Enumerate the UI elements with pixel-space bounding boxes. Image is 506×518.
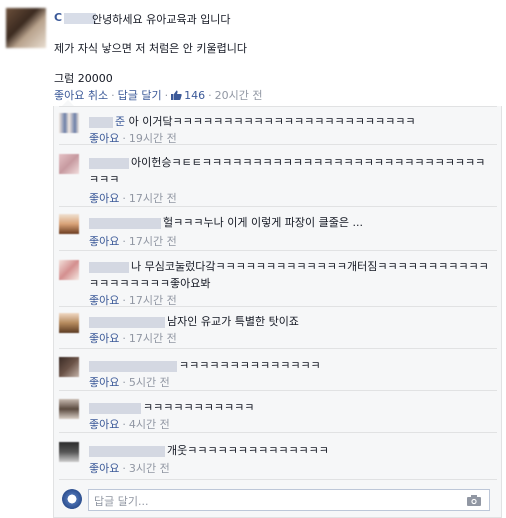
commenter-name-blur[interactable] bbox=[89, 217, 161, 229]
comment-text: 나 무심코눌렀다갘ㅋㅋㅋㅋㅋㅋㅋㅋㅋㅋㅋㅋㅋ개터짐ㅋㅋㅋㅋㅋㅋㅋㅋㅋㅋㅋㅋㅋㅋㅋ… bbox=[89, 258, 494, 292]
comment: 남자인 유교가 특별한 탓이죠 좋아요 · 17시간 전 bbox=[59, 306, 497, 348]
comment: 아이헌승ㅋㅌㅌㅋㅋㅋㅋㅋㅋㅋㅋㅋㅋㅋㅋㅋㅋㅋㅋㅋㅋㅋㅋㅋㅋㅋㅋㅋㅋㅋㅋㅋㅋㅋ 좋… bbox=[59, 144, 497, 205]
commenter-name-blur[interactable] bbox=[89, 445, 165, 457]
comment-body: 개웃ㅋㅋㅋㅋㅋㅋㅋㅋㅋㅋㅋㅋㅋㅋ bbox=[167, 444, 329, 457]
author-initial: C bbox=[54, 11, 63, 24]
like-count[interactable]: 146 bbox=[171, 89, 205, 102]
comments-list: 준 아 이거닼ㅋㅋㅋㅋㅋㅋㅋㅋㅋㅋㅋㅋㅋㅋㅋㅋㅋㅋㅋㅋㅋㅋㅋㅋ 좋아요 · 19시간… bbox=[53, 106, 502, 518]
comment-time[interactable]: 17시간 전 bbox=[129, 192, 177, 205]
comment-text: 준 아 이거닼ㅋㅋㅋㅋㅋㅋㅋㅋㅋㅋㅋㅋㅋㅋㅋㅋㅋㅋㅋㅋㅋㅋㅋㅋ bbox=[89, 113, 494, 130]
comment-text: 개웃ㅋㅋㅋㅋㅋㅋㅋㅋㅋㅋㅋㅋㅋㅋ bbox=[89, 442, 494, 459]
commenter-name-blur[interactable] bbox=[89, 116, 113, 128]
comment-avatar[interactable] bbox=[59, 442, 79, 462]
comment-meta: 좋아요 · 3시간 전 bbox=[89, 462, 170, 475]
comment-body: ㅋㅋㅋㅋㅋㅋㅋㅋㅋㅋㅋ bbox=[143, 401, 255, 414]
comment-body: 아 이거닼ㅋㅋㅋㅋㅋㅋㅋㅋㅋㅋㅋㅋㅋㅋㅋㅋㅋㅋㅋㅋㅋㅋㅋㅋ bbox=[128, 115, 416, 128]
current-user-avatar bbox=[62, 489, 82, 509]
reply-link[interactable]: 답글 달기 bbox=[118, 89, 162, 102]
comment: 나 무심코눌렀다갘ㅋㅋㅋㅋㅋㅋㅋㅋㅋㅋㅋㅋㅋ개터짐ㅋㅋㅋㅋㅋㅋㅋㅋㅋㅋㅋㅋㅋㅋㅋ… bbox=[59, 250, 497, 307]
comment-like-link[interactable]: 좋아요 bbox=[89, 192, 119, 205]
comment-like-link[interactable]: 좋아요 bbox=[89, 235, 119, 248]
comment-like-link[interactable]: 좋아요 bbox=[89, 418, 119, 431]
reply-placeholder: 답글 달기... bbox=[94, 495, 149, 508]
reply-box: 답글 달기... bbox=[59, 479, 497, 517]
comment-meta: 좋아요 · 4시간 전 bbox=[89, 418, 170, 431]
post-time[interactable]: 20시간 전 bbox=[215, 89, 263, 102]
comment: ㅋㅋㅋㅋㅋㅋㅋㅋㅋㅋㅋ 좋아요 · 4시간 전 bbox=[59, 390, 497, 432]
comment-time[interactable]: 17시간 전 bbox=[129, 235, 177, 248]
comment-like-link[interactable]: 좋아요 bbox=[89, 462, 119, 475]
comment: 준 아 이거닼ㅋㅋㅋㅋㅋㅋㅋㅋㅋㅋㅋㅋㅋㅋㅋㅋㅋㅋㅋㅋㅋㅋㅋㅋ 좋아요 · 19시간… bbox=[59, 106, 497, 145]
thumbs-up-icon bbox=[171, 90, 182, 100]
comment-text: 남자인 유교가 특별한 탓이죠 bbox=[89, 313, 494, 330]
commenter-name-blur[interactable] bbox=[89, 157, 129, 169]
comment-time[interactable]: 17시간 전 bbox=[129, 332, 177, 345]
commenter-name-blur[interactable] bbox=[89, 360, 177, 372]
comment-avatar[interactable] bbox=[59, 260, 79, 280]
comment-like-link[interactable]: 좋아요 bbox=[89, 332, 119, 345]
comment-body: 아이헌승ㅋㅌㅌㅋㅋㅋㅋㅋㅋㅋㅋㅋㅋㅋㅋㅋㅋㅋㅋㅋㅋㅋㅋㅋㅋㅋㅋㅋㅋㅋㅋㅋㅋㅋ bbox=[89, 156, 486, 186]
comment-text: ㅋㅋㅋㅋㅋㅋㅋㅋㅋㅋㅋ bbox=[89, 399, 494, 416]
commenter-name-blur[interactable] bbox=[89, 402, 141, 414]
comment-text: ㅋㅋㅋㅋㅋㅋㅋㅋㅋㅋㅋㅋㅋㅋ bbox=[89, 357, 494, 374]
comment-text: 헐ㅋㅋㅋ누나 이게 이렇게 파장이 클줄은 ... bbox=[89, 214, 494, 231]
reply-input[interactable]: 답글 달기... bbox=[88, 489, 490, 511]
comment-time[interactable]: 5시간 전 bbox=[129, 376, 170, 389]
commenter-name-blur[interactable] bbox=[89, 261, 129, 273]
comment-text: 아이헌승ㅋㅌㅌㅋㅋㅋㅋㅋㅋㅋㅋㅋㅋㅋㅋㅋㅋㅋㅋㅋㅋㅋㅋㅋㅋㅋㅋㅋㅋㅋㅋㅋㅋㅋ bbox=[89, 154, 494, 188]
comment: 헐ㅋㅋㅋ누나 이게 이렇게 파장이 클줄은 ... 좋아요 · 17시간 전 bbox=[59, 206, 497, 250]
comment-meta: 좋아요 · 5시간 전 bbox=[89, 376, 170, 389]
post-text-line1: 안녕하세요 유아교육과 입니다 bbox=[92, 13, 231, 26]
comment-meta: 좋아요 · 17시간 전 bbox=[89, 235, 177, 248]
comment-avatar[interactable] bbox=[59, 357, 79, 377]
comment-like-link[interactable]: 좋아요 bbox=[89, 376, 119, 389]
comment-avatar[interactable] bbox=[59, 214, 79, 234]
camera-icon[interactable] bbox=[467, 495, 481, 506]
comment-avatar[interactable] bbox=[59, 154, 79, 174]
comment-meta: 좋아요 · 17시간 전 bbox=[89, 192, 177, 205]
commenter-name-blur[interactable] bbox=[89, 316, 165, 328]
comment-body: ㅋㅋㅋㅋㅋㅋㅋㅋㅋㅋㅋㅋㅋㅋ bbox=[179, 359, 321, 372]
comment-avatar[interactable] bbox=[59, 113, 79, 133]
comment-avatar[interactable] bbox=[59, 399, 79, 419]
author-avatar[interactable] bbox=[6, 8, 46, 48]
comment-body: 나 무심코눌렀다갘ㅋㅋㅋㅋㅋㅋㅋㅋㅋㅋㅋㅋㅋ개터짐ㅋㅋㅋㅋㅋㅋㅋㅋㅋㅋㅋㅋㅋㅋㅋ… bbox=[89, 260, 489, 290]
comment: 개웃ㅋㅋㅋㅋㅋㅋㅋㅋㅋㅋㅋㅋㅋㅋ 좋아요 · 3시간 전 bbox=[59, 432, 497, 479]
post-text-line2: 제가 자식 낳으면 저 처럼은 안 키울렵니다 bbox=[54, 42, 248, 55]
comment: ㅋㅋㅋㅋㅋㅋㅋㅋㅋㅋㅋㅋㅋㅋ 좋아요 · 5시간 전 bbox=[59, 348, 497, 390]
post-text-line3: 그럼 20000 bbox=[54, 72, 113, 85]
comment-time[interactable]: 3시간 전 bbox=[129, 462, 170, 475]
commenter-name[interactable]: 준 bbox=[115, 115, 125, 128]
post-actions: 좋아요 취소 · 답글 달기 · 146 · 20시간 전 bbox=[54, 89, 263, 102]
comment-body: 남자인 유교가 특별한 탓이죠 bbox=[167, 315, 299, 328]
comment-avatar[interactable] bbox=[59, 313, 79, 333]
like-count-value: 146 bbox=[184, 89, 206, 102]
comment-body: 헐ㅋㅋㅋ누나 이게 이렇게 파장이 클줄은 ... bbox=[163, 216, 364, 229]
comment-meta: 좋아요 · 17시간 전 bbox=[89, 332, 177, 345]
comment-time[interactable]: 4시간 전 bbox=[129, 418, 170, 431]
author-name[interactable]: C bbox=[54, 11, 97, 24]
